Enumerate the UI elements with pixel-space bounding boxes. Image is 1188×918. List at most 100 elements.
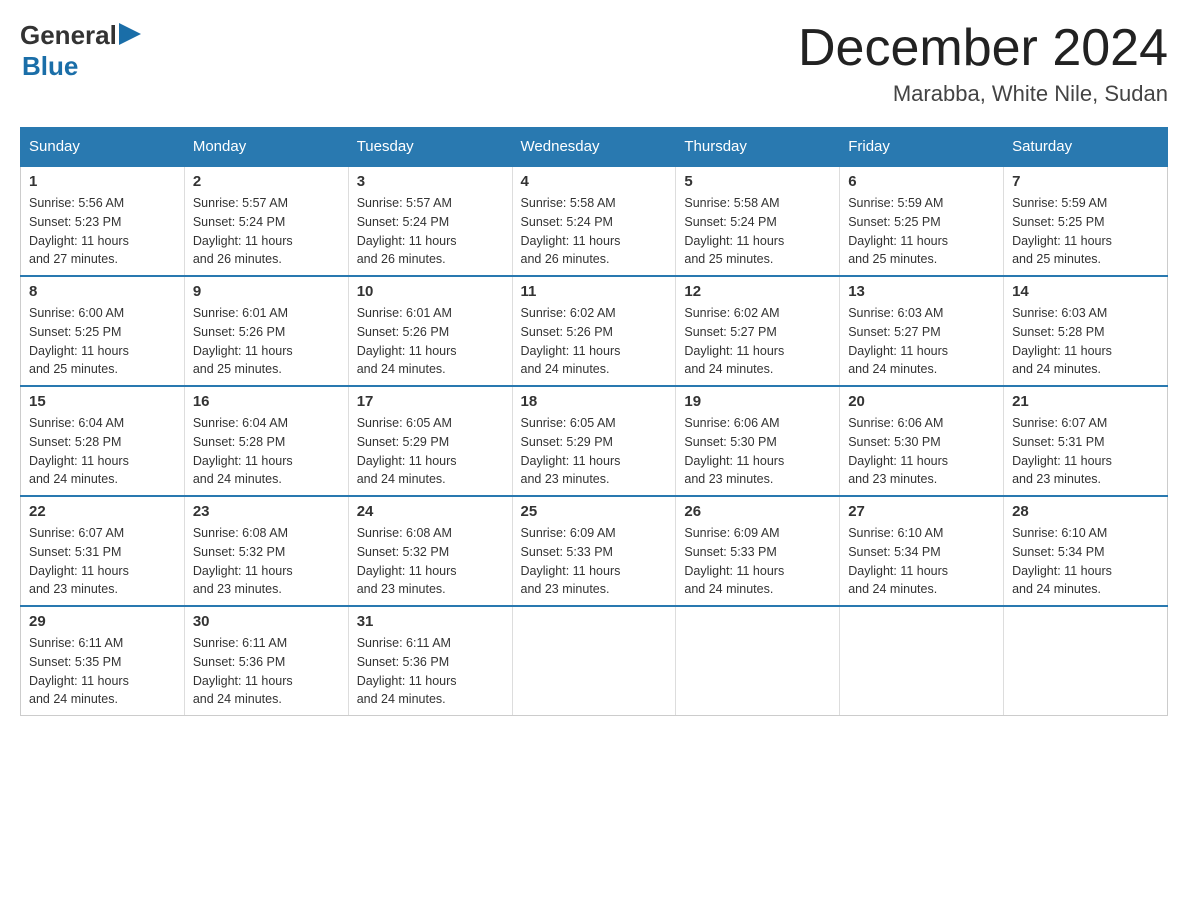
day-number: 18 xyxy=(521,393,668,410)
day-number: 8 xyxy=(29,283,176,300)
calendar-cell: 14 Sunrise: 6:03 AM Sunset: 5:28 PM Dayl… xyxy=(1004,276,1168,386)
day-number: 27 xyxy=(848,503,995,520)
calendar-cell: 9 Sunrise: 6:01 AM Sunset: 5:26 PM Dayli… xyxy=(184,276,348,386)
header-saturday: Saturday xyxy=(1004,128,1168,167)
calendar-cell: 16 Sunrise: 6:04 AM Sunset: 5:28 PM Dayl… xyxy=(184,386,348,496)
calendar-cell: 8 Sunrise: 6:00 AM Sunset: 5:25 PM Dayli… xyxy=(21,276,185,386)
header-tuesday: Tuesday xyxy=(348,128,512,167)
logo: General Blue xyxy=(20,20,141,82)
week-row-2: 8 Sunrise: 6:00 AM Sunset: 5:25 PM Dayli… xyxy=(21,276,1168,386)
calendar-cell: 21 Sunrise: 6:07 AM Sunset: 5:31 PM Dayl… xyxy=(1004,386,1168,496)
day-number: 12 xyxy=(684,283,831,300)
calendar-cell xyxy=(1004,606,1168,716)
day-info: Sunrise: 6:11 AM Sunset: 5:35 PM Dayligh… xyxy=(29,634,176,709)
calendar-cell: 17 Sunrise: 6:05 AM Sunset: 5:29 PM Dayl… xyxy=(348,386,512,496)
header-friday: Friday xyxy=(840,128,1004,167)
calendar-cell: 11 Sunrise: 6:02 AM Sunset: 5:26 PM Dayl… xyxy=(512,276,676,386)
day-number: 20 xyxy=(848,393,995,410)
day-info: Sunrise: 5:58 AM Sunset: 5:24 PM Dayligh… xyxy=(684,194,831,269)
day-number: 15 xyxy=(29,393,176,410)
day-info: Sunrise: 6:01 AM Sunset: 5:26 PM Dayligh… xyxy=(193,304,340,379)
day-info: Sunrise: 6:05 AM Sunset: 5:29 PM Dayligh… xyxy=(357,414,504,489)
day-number: 29 xyxy=(29,613,176,630)
day-info: Sunrise: 6:04 AM Sunset: 5:28 PM Dayligh… xyxy=(193,414,340,489)
day-info: Sunrise: 6:11 AM Sunset: 5:36 PM Dayligh… xyxy=(193,634,340,709)
page-header: General Blue December 2024 Marabba, Whit… xyxy=(20,20,1168,107)
day-info: Sunrise: 6:08 AM Sunset: 5:32 PM Dayligh… xyxy=(357,524,504,599)
day-info: Sunrise: 5:59 AM Sunset: 5:25 PM Dayligh… xyxy=(848,194,995,269)
day-info: Sunrise: 6:00 AM Sunset: 5:25 PM Dayligh… xyxy=(29,304,176,379)
calendar-cell: 29 Sunrise: 6:11 AM Sunset: 5:35 PM Dayl… xyxy=(21,606,185,716)
day-number: 9 xyxy=(193,283,340,300)
calendar-cell: 1 Sunrise: 5:56 AM Sunset: 5:23 PM Dayli… xyxy=(21,166,185,276)
day-number: 30 xyxy=(193,613,340,630)
day-info: Sunrise: 6:08 AM Sunset: 5:32 PM Dayligh… xyxy=(193,524,340,599)
calendar-cell: 19 Sunrise: 6:06 AM Sunset: 5:30 PM Dayl… xyxy=(676,386,840,496)
day-number: 31 xyxy=(357,613,504,630)
calendar-cell xyxy=(676,606,840,716)
header-sunday: Sunday xyxy=(21,128,185,167)
calendar-cell: 2 Sunrise: 5:57 AM Sunset: 5:24 PM Dayli… xyxy=(184,166,348,276)
day-number: 13 xyxy=(848,283,995,300)
calendar-header-row: SundayMondayTuesdayWednesdayThursdayFrid… xyxy=(21,128,1168,167)
logo-blue-text: Blue xyxy=(22,51,78,82)
day-info: Sunrise: 6:10 AM Sunset: 5:34 PM Dayligh… xyxy=(1012,524,1159,599)
day-number: 11 xyxy=(521,283,668,300)
day-info: Sunrise: 6:03 AM Sunset: 5:28 PM Dayligh… xyxy=(1012,304,1159,379)
calendar-cell xyxy=(512,606,676,716)
day-number: 7 xyxy=(1012,173,1159,190)
logo-arrow-icon xyxy=(119,23,141,45)
calendar-cell: 3 Sunrise: 5:57 AM Sunset: 5:24 PM Dayli… xyxy=(348,166,512,276)
month-year-title: December 2024 xyxy=(798,20,1168,77)
calendar-cell: 20 Sunrise: 6:06 AM Sunset: 5:30 PM Dayl… xyxy=(840,386,1004,496)
day-info: Sunrise: 6:02 AM Sunset: 5:27 PM Dayligh… xyxy=(684,304,831,379)
day-info: Sunrise: 6:11 AM Sunset: 5:36 PM Dayligh… xyxy=(357,634,504,709)
day-number: 23 xyxy=(193,503,340,520)
week-row-5: 29 Sunrise: 6:11 AM Sunset: 5:35 PM Dayl… xyxy=(21,606,1168,716)
calendar-cell: 28 Sunrise: 6:10 AM Sunset: 5:34 PM Dayl… xyxy=(1004,496,1168,606)
calendar-cell: 18 Sunrise: 6:05 AM Sunset: 5:29 PM Dayl… xyxy=(512,386,676,496)
calendar-table: SundayMondayTuesdayWednesdayThursdayFrid… xyxy=(20,127,1168,716)
day-info: Sunrise: 5:57 AM Sunset: 5:24 PM Dayligh… xyxy=(193,194,340,269)
calendar-cell xyxy=(840,606,1004,716)
day-info: Sunrise: 6:01 AM Sunset: 5:26 PM Dayligh… xyxy=(357,304,504,379)
calendar-cell: 13 Sunrise: 6:03 AM Sunset: 5:27 PM Dayl… xyxy=(840,276,1004,386)
calendar-cell: 4 Sunrise: 5:58 AM Sunset: 5:24 PM Dayli… xyxy=(512,166,676,276)
day-number: 10 xyxy=(357,283,504,300)
calendar-cell: 23 Sunrise: 6:08 AM Sunset: 5:32 PM Dayl… xyxy=(184,496,348,606)
header-wednesday: Wednesday xyxy=(512,128,676,167)
calendar-cell: 15 Sunrise: 6:04 AM Sunset: 5:28 PM Dayl… xyxy=(21,386,185,496)
day-info: Sunrise: 6:06 AM Sunset: 5:30 PM Dayligh… xyxy=(684,414,831,489)
calendar-cell: 24 Sunrise: 6:08 AM Sunset: 5:32 PM Dayl… xyxy=(348,496,512,606)
day-info: Sunrise: 6:09 AM Sunset: 5:33 PM Dayligh… xyxy=(684,524,831,599)
day-info: Sunrise: 6:07 AM Sunset: 5:31 PM Dayligh… xyxy=(29,524,176,599)
calendar-cell: 7 Sunrise: 5:59 AM Sunset: 5:25 PM Dayli… xyxy=(1004,166,1168,276)
day-info: Sunrise: 6:04 AM Sunset: 5:28 PM Dayligh… xyxy=(29,414,176,489)
day-info: Sunrise: 6:06 AM Sunset: 5:30 PM Dayligh… xyxy=(848,414,995,489)
calendar-cell: 25 Sunrise: 6:09 AM Sunset: 5:33 PM Dayl… xyxy=(512,496,676,606)
day-number: 17 xyxy=(357,393,504,410)
day-number: 19 xyxy=(684,393,831,410)
day-number: 2 xyxy=(193,173,340,190)
day-number: 5 xyxy=(684,173,831,190)
day-number: 28 xyxy=(1012,503,1159,520)
day-number: 16 xyxy=(193,393,340,410)
week-row-4: 22 Sunrise: 6:07 AM Sunset: 5:31 PM Dayl… xyxy=(21,496,1168,606)
calendar-cell: 10 Sunrise: 6:01 AM Sunset: 5:26 PM Dayl… xyxy=(348,276,512,386)
title-block: December 2024 Marabba, White Nile, Sudan xyxy=(798,20,1168,107)
week-row-1: 1 Sunrise: 5:56 AM Sunset: 5:23 PM Dayli… xyxy=(21,166,1168,276)
calendar-cell: 27 Sunrise: 6:10 AM Sunset: 5:34 PM Dayl… xyxy=(840,496,1004,606)
day-info: Sunrise: 6:02 AM Sunset: 5:26 PM Dayligh… xyxy=(521,304,668,379)
day-number: 4 xyxy=(521,173,668,190)
day-info: Sunrise: 6:09 AM Sunset: 5:33 PM Dayligh… xyxy=(521,524,668,599)
day-number: 22 xyxy=(29,503,176,520)
day-number: 24 xyxy=(357,503,504,520)
day-info: Sunrise: 5:59 AM Sunset: 5:25 PM Dayligh… xyxy=(1012,194,1159,269)
day-info: Sunrise: 6:10 AM Sunset: 5:34 PM Dayligh… xyxy=(848,524,995,599)
calendar-cell: 30 Sunrise: 6:11 AM Sunset: 5:36 PM Dayl… xyxy=(184,606,348,716)
calendar-cell: 22 Sunrise: 6:07 AM Sunset: 5:31 PM Dayl… xyxy=(21,496,185,606)
calendar-cell: 31 Sunrise: 6:11 AM Sunset: 5:36 PM Dayl… xyxy=(348,606,512,716)
day-number: 14 xyxy=(1012,283,1159,300)
day-info: Sunrise: 6:05 AM Sunset: 5:29 PM Dayligh… xyxy=(521,414,668,489)
calendar-cell: 6 Sunrise: 5:59 AM Sunset: 5:25 PM Dayli… xyxy=(840,166,1004,276)
